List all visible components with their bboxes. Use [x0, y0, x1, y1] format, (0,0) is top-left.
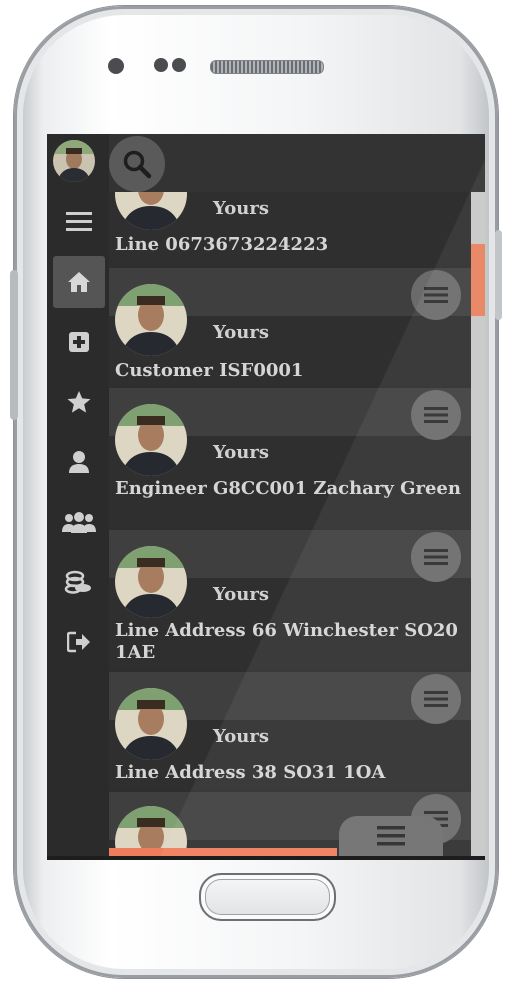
search-button[interactable] [109, 136, 165, 192]
earpiece-speaker [210, 60, 324, 74]
sensor-dot [172, 58, 186, 72]
search-icon [123, 150, 152, 179]
menu-icon [424, 287, 448, 303]
item-title: Line 0673673224223 [115, 234, 329, 255]
item-title: Engineer G8CC001 Zachary Green [115, 478, 461, 499]
menu-icon [424, 691, 448, 707]
avatar [115, 404, 187, 476]
menu-icon [377, 826, 405, 846]
floating-menu-button[interactable] [339, 816, 443, 856]
menu-icon [424, 407, 448, 423]
list-item[interactable]: Yours Line Address 66 Winchester SO20 1A… [109, 530, 471, 670]
owner-label: Yours [213, 322, 269, 343]
owner-label: Yours [213, 198, 269, 219]
list-item[interactable]: Yours Line 0673673224223 [109, 192, 471, 266]
item-list: Yours Line 0673673224223 Yours Customer … [109, 192, 471, 856]
home-button[interactable] [199, 873, 336, 921]
list-item[interactable]: Yours Customer ISF0001 [109, 268, 471, 386]
owner-label: Yours [213, 442, 269, 463]
sensor-dot [154, 58, 168, 72]
owner-label: Yours [213, 726, 269, 747]
menu-icon [424, 549, 448, 565]
group-icon[interactable] [53, 496, 105, 548]
logout-icon[interactable] [53, 616, 105, 668]
item-title: Line Address 38 SO31 1OA [115, 762, 386, 783]
user-icon[interactable] [53, 436, 105, 488]
item-menu-button[interactable] [411, 390, 461, 440]
item-title: Customer ISF0001 [115, 360, 304, 381]
sidebar [47, 134, 109, 856]
list-item[interactable]: Yours Line Address 38 SO31 1OA [109, 672, 471, 790]
avatar [115, 284, 187, 356]
power-button [495, 230, 502, 320]
star-icon[interactable] [53, 376, 105, 428]
front-camera [108, 58, 124, 74]
screen-edge [47, 856, 485, 860]
loading-progress-bar [109, 848, 337, 856]
item-menu-button[interactable] [411, 674, 461, 724]
menu-icon[interactable] [53, 196, 105, 248]
profile-avatar[interactable] [53, 140, 95, 182]
home-icon[interactable] [53, 256, 105, 308]
top-bar [109, 134, 485, 192]
list-item[interactable]: Yours Engineer G8CC001 Zachary Green [109, 388, 471, 528]
item-menu-button[interactable] [411, 270, 461, 320]
coins-icon[interactable] [53, 556, 105, 608]
item-menu-button[interactable] [411, 532, 461, 582]
avatar [115, 192, 187, 230]
app-screen: Yours Line 0673673224223 Yours Customer … [47, 134, 485, 856]
item-title: Line Address 66 Winchester SO20 1AE [115, 620, 458, 663]
add-icon[interactable] [53, 316, 105, 368]
owner-label: Yours [213, 584, 269, 605]
scrollbar-thumb[interactable] [471, 244, 485, 316]
avatar [115, 688, 187, 760]
avatar [115, 546, 187, 618]
volume-button [10, 270, 18, 420]
